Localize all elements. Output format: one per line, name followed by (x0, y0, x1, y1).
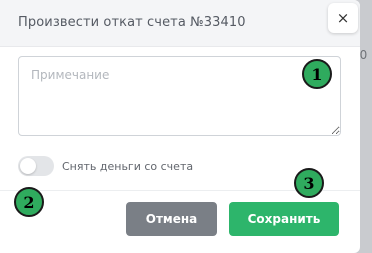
close-button[interactable]: × (328, 3, 358, 33)
annotation-marker-3: 3 (294, 168, 324, 198)
rollback-modal: Произвести откат счета №33410 × Снять де… (0, 0, 360, 253)
modal-header: Произвести откат счета №33410 (0, 0, 360, 47)
withdraw-toggle[interactable] (18, 156, 54, 176)
withdraw-toggle-row: Снять деньги со счета (18, 156, 193, 176)
close-icon: × (336, 9, 350, 27)
modal-title: Произвести откат счета №33410 (18, 15, 246, 30)
cancel-button[interactable]: Отмена (126, 202, 217, 236)
toggle-knob (20, 158, 36, 174)
note-field[interactable] (18, 56, 341, 136)
annotation-marker-2: 2 (14, 187, 44, 217)
cancel-button-label: Отмена (145, 212, 198, 226)
save-button[interactable]: Сохранить (229, 202, 339, 236)
save-button-label: Сохранить (247, 212, 321, 226)
annotation-marker-1: 1 (302, 59, 332, 89)
withdraw-toggle-label: Снять деньги со счета (62, 159, 194, 173)
